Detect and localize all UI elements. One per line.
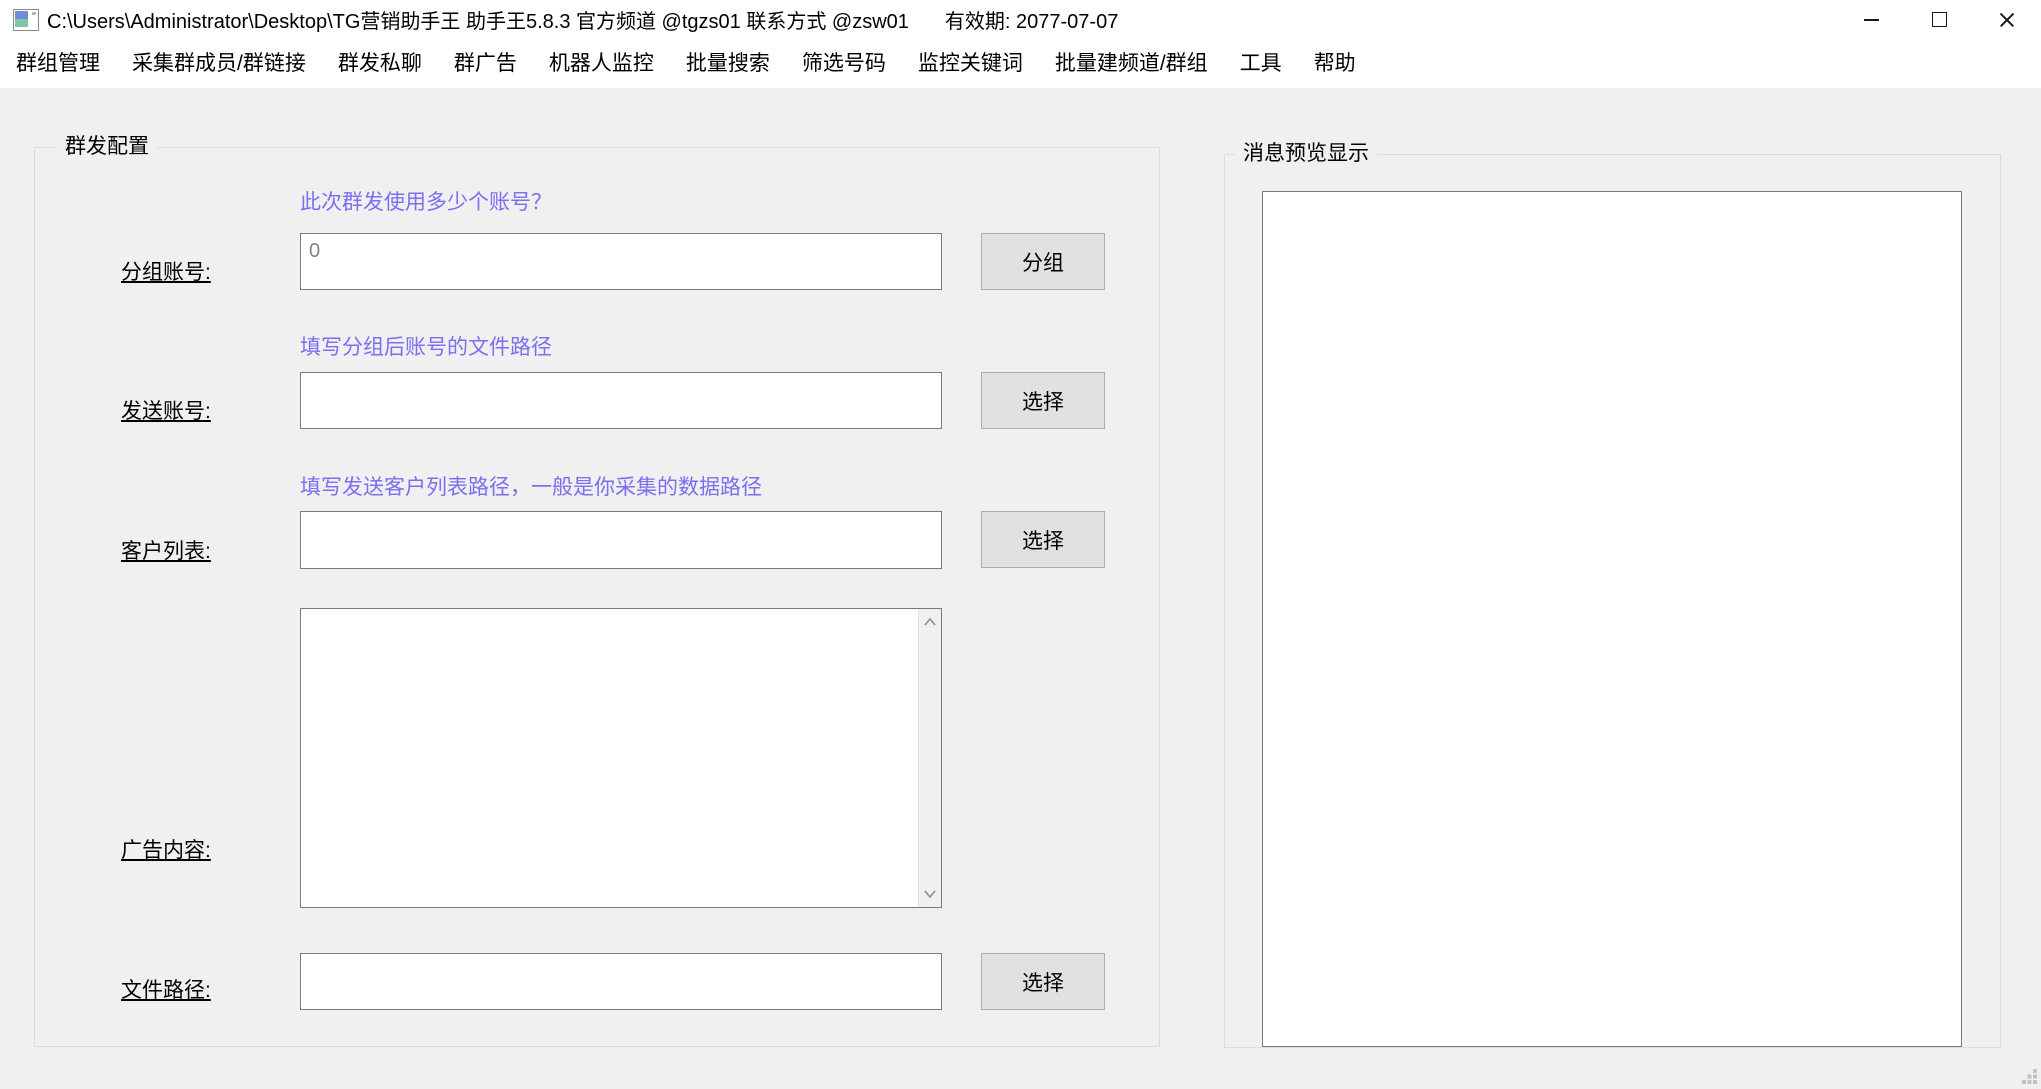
app-window: { "window": { "title": "C:\\Users\\Admin… (0, 0, 2041, 1088)
groupbox-send-config-title: 群发配置 (57, 134, 157, 160)
customer-list-input[interactable] (300, 511, 942, 569)
file-path-input[interactable] (300, 953, 942, 1010)
chevron-down-icon (924, 890, 936, 898)
maximize-button[interactable] (1905, 0, 1973, 39)
scroll-down-button[interactable] (919, 883, 941, 905)
menu-item-batch-create-channel-group[interactable]: 批量建频道/群组 (1039, 39, 1224, 88)
minimize-icon (1864, 19, 1879, 21)
menu-item-group-ads[interactable]: 群广告 (438, 39, 533, 88)
app-icon (13, 9, 39, 31)
select-customer-button[interactable]: 选择 (981, 511, 1105, 568)
menu-item-mass-private-chat[interactable]: 群发私聊 (322, 39, 438, 88)
hint-customer-path: 填写发送客户列表路径，一般是你采集的数据路径 (300, 471, 762, 501)
select-sender-button[interactable]: 选择 (981, 372, 1105, 429)
menu-item-group-management[interactable]: 群组管理 (0, 39, 116, 88)
groupbox-message-preview-title: 消息预览显示 (1235, 141, 1377, 167)
label-file-path: 文件路径: (121, 974, 211, 1004)
menu-item-collect-members-links[interactable]: 采集群成员/群链接 (116, 39, 322, 88)
minimize-button[interactable] (1837, 0, 1905, 39)
label-sender-account: 发送账号: (121, 395, 211, 425)
menu-item-bot-monitor[interactable]: 机器人监控 (533, 39, 670, 88)
hint-sender-path: 填写分组后账号的文件路径 (300, 331, 552, 361)
scroll-up-button[interactable] (919, 611, 941, 633)
groupbox-send-config: 群发配置 此次群发使用多少个账号？ 分组账号: 分组 填写分组后账号的文件路径 … (34, 147, 1160, 1047)
caption-buttons (1837, 0, 2041, 39)
resize-grip-icon (2022, 1069, 2037, 1084)
menu-item-keyword-monitor[interactable]: 监控关键词 (902, 39, 1039, 88)
hint-account-count: 此次群发使用多少个账号？ (300, 186, 552, 216)
label-customer-list: 客户列表: (121, 535, 211, 565)
ad-content-textarea[interactable] (301, 609, 917, 907)
message-preview-area (1262, 191, 1962, 1047)
group-button[interactable]: 分组 (981, 233, 1105, 290)
menubar: 群组管理 采集群成员/群链接 群发私聊 群广告 机器人监控 批量搜索 筛选号码 … (0, 39, 2041, 88)
maximize-icon (1932, 12, 1947, 27)
menu-item-batch-search[interactable]: 批量搜索 (670, 39, 786, 88)
close-icon (1998, 11, 2016, 29)
label-ad-content: 广告内容: (121, 834, 211, 864)
menu-item-tools[interactable]: 工具 (1224, 39, 1298, 88)
window-title: C:\Users\Administrator\Desktop\TG营销助手王 助… (47, 5, 909, 34)
resize-grip[interactable] (2022, 1069, 2037, 1084)
menu-item-filter-numbers[interactable]: 筛选号码 (786, 39, 902, 88)
chevron-up-icon (924, 618, 936, 626)
group-account-input[interactable] (300, 233, 942, 290)
vertical-scrollbar[interactable] (918, 609, 941, 907)
window-titlebar: C:\Users\Administrator\Desktop\TG营销助手王 助… (0, 0, 2041, 39)
close-button[interactable] (1973, 0, 2041, 39)
select-file-button[interactable]: 选择 (981, 953, 1105, 1010)
groupbox-message-preview: 消息预览显示 (1224, 154, 2001, 1048)
menu-item-help[interactable]: 帮助 (1298, 39, 1372, 88)
license-validity-text: 有效期: 2077-07-07 (945, 5, 1118, 34)
ad-content-textarea-frame (300, 608, 942, 908)
label-group-account: 分组账号: (121, 256, 211, 286)
sender-account-input[interactable] (300, 372, 942, 429)
